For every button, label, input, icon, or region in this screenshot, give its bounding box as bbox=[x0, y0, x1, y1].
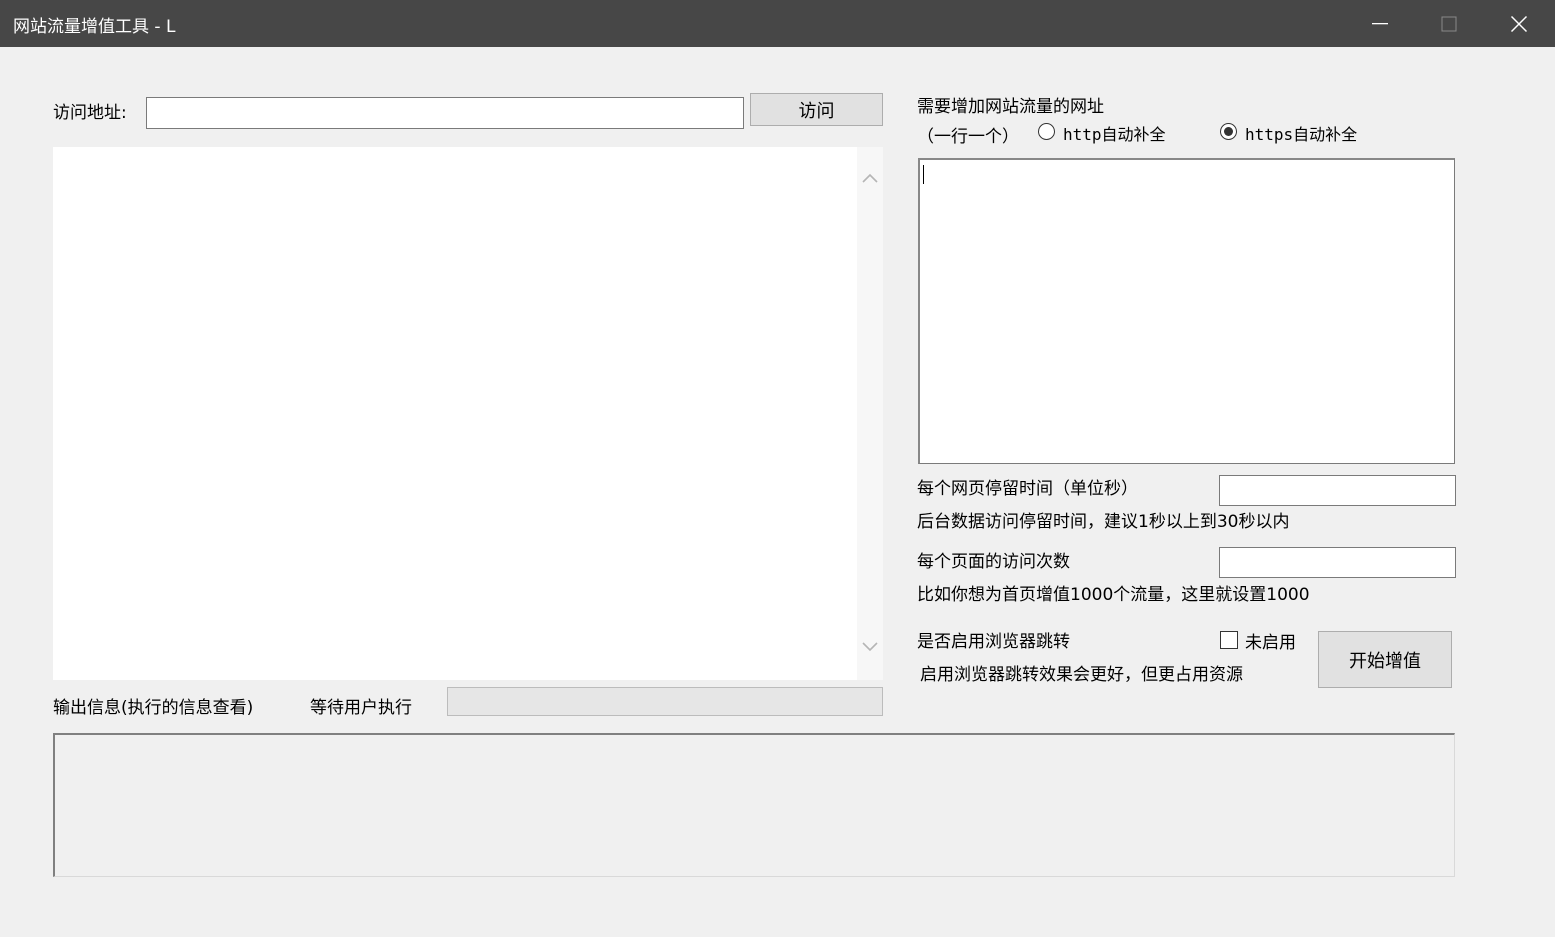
scroll-down-arrow-icon bbox=[862, 642, 878, 652]
start-button[interactable]: 开始增值 bbox=[1318, 631, 1452, 688]
address-input[interactable] bbox=[146, 97, 744, 129]
text-caret bbox=[923, 165, 924, 184]
output-log[interactable] bbox=[53, 733, 1455, 877]
progress-bar bbox=[447, 687, 883, 716]
minimize-button[interactable] bbox=[1345, 0, 1415, 47]
scroll-up-arrow-icon bbox=[862, 173, 878, 183]
https-radio[interactable] bbox=[1220, 123, 1237, 140]
http-radio[interactable] bbox=[1038, 123, 1055, 140]
urls-heading: 需要增加网站流量的网址 bbox=[917, 97, 1104, 117]
output-label: 输出信息(执行的信息查看) bbox=[53, 698, 254, 718]
close-button[interactable] bbox=[1484, 0, 1554, 47]
urls-textarea[interactable] bbox=[918, 158, 1455, 464]
web-browser-view[interactable] bbox=[53, 147, 883, 680]
title-bar: 网站流量增值工具 - L bbox=[0, 0, 1555, 47]
stay-time-hint: 后台数据访问停留时间，建议1秒以上到30秒以内 bbox=[917, 512, 1290, 532]
visit-count-input[interactable] bbox=[1219, 547, 1456, 578]
close-icon bbox=[1510, 15, 1528, 32]
visit-count-hint: 比如你想为首页增值1000个流量，这里就设置1000 bbox=[917, 585, 1310, 605]
radio-selected-dot bbox=[1224, 127, 1233, 136]
redirect-checkbox[interactable] bbox=[1220, 631, 1238, 649]
maximize-button bbox=[1414, 0, 1484, 47]
http-radio-label: http自动补全 bbox=[1063, 125, 1166, 144]
stay-time-input[interactable] bbox=[1219, 475, 1456, 506]
per-line-note: （一行一个） bbox=[917, 127, 1019, 147]
maximize-icon bbox=[1441, 16, 1457, 31]
status-text: 等待用户执行 bbox=[310, 698, 412, 718]
redirect-hint: 启用浏览器跳转效果会更好，但更占用资源 bbox=[920, 665, 1243, 685]
stay-time-label: 每个网页停留时间（单位秒） bbox=[917, 479, 1138, 499]
vertical-scrollbar[interactable] bbox=[857, 147, 883, 680]
minimize-icon bbox=[1372, 22, 1388, 24]
window-title: 网站流量增值工具 - L bbox=[13, 17, 176, 37]
address-label: 访问地址: bbox=[53, 103, 127, 123]
https-radio-label: https自动补全 bbox=[1245, 125, 1358, 144]
redirect-checkbox-label: 未启用 bbox=[1245, 633, 1296, 653]
visit-count-label: 每个页面的访问次数 bbox=[917, 552, 1070, 572]
visit-button[interactable]: 访问 bbox=[750, 93, 883, 126]
redirect-label: 是否启用浏览器跳转 bbox=[917, 632, 1070, 652]
